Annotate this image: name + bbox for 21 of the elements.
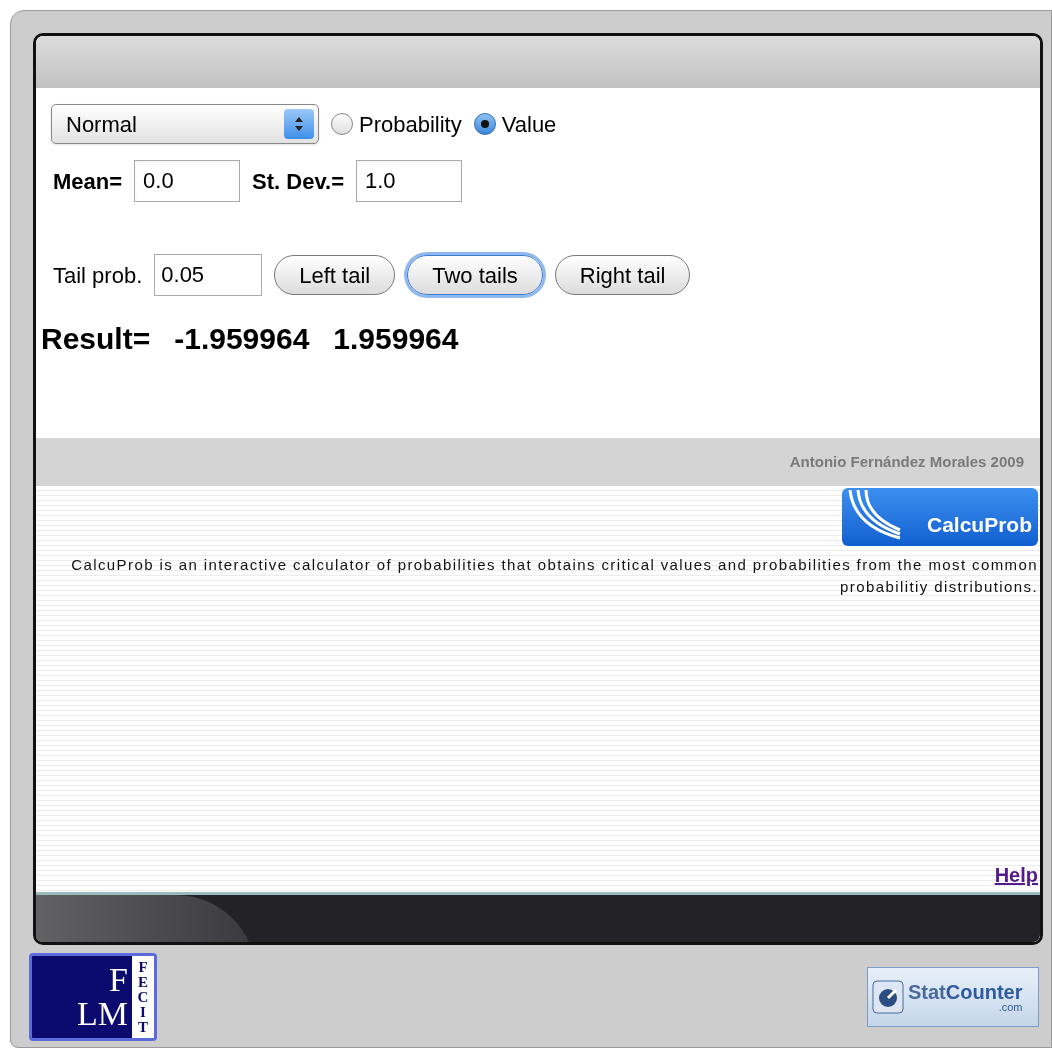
result-label: Result= — [41, 321, 151, 357]
statcounter-badge[interactable]: StatCounter .com — [867, 967, 1039, 1027]
author-credit: Antonio Fernández Morales 2009 — [789, 451, 1024, 472]
result-value: -1.959964 — [174, 321, 310, 357]
distribution-dropdown[interactable]: Normal — [51, 104, 319, 144]
parameter-label: St. Dev.= — [252, 167, 344, 196]
result-value: 1.959964 — [333, 321, 459, 357]
app-logo: CalcuProb — [842, 488, 1038, 546]
tail-button[interactable]: Two tails — [407, 255, 543, 295]
tail-button[interactable]: Right tail — [554, 255, 691, 295]
help-link[interactable]: Help — [994, 860, 1038, 890]
up-down-arrows-icon[interactable] — [284, 109, 314, 139]
tail-button[interactable]: Left tail — [274, 255, 396, 295]
parameter-label: Mean= — [53, 167, 123, 196]
tail-prob-label: Tail prob. — [53, 261, 143, 290]
mode-radio[interactable]: Probability — [331, 107, 462, 141]
description-text: CalcuProb is an interactive calculator of probabilities that obtains critical values and probabilities from the most common probabilitiy distributions. — [70, 555, 1039, 597]
parameter-field[interactable]: 1.0 — [356, 160, 462, 202]
mode-radio[interactable]: Value — [473, 107, 557, 141]
tail-prob-field[interactable]: 0.05 — [154, 254, 263, 296]
parameter-field[interactable]: 0.0 — [134, 160, 241, 202]
